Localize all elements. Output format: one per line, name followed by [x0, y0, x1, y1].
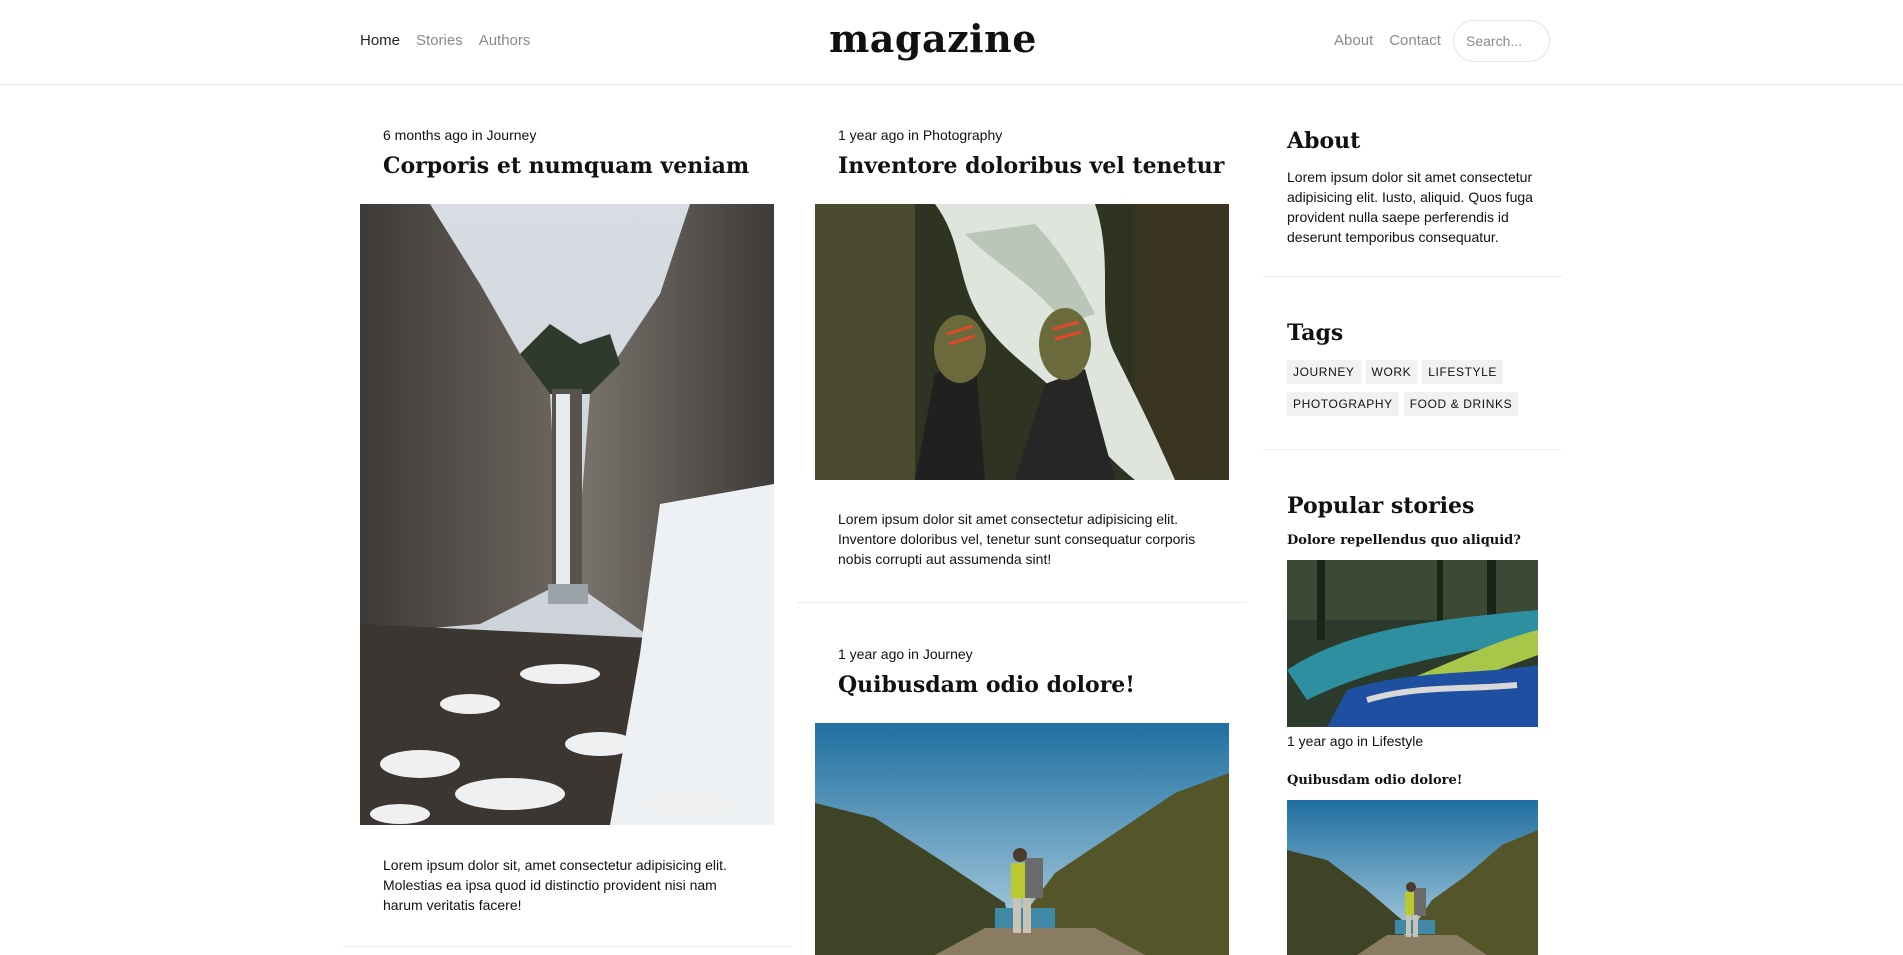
- post-title[interactable]: Corporis et numquam veniam: [383, 153, 749, 179]
- tags-heading: Tags: [1287, 320, 1344, 346]
- nav-contact[interactable]: Contact: [1389, 32, 1441, 49]
- site-header: Home Stories Authors magazine About Cont…: [0, 0, 1903, 85]
- feet-over-waterfall-image[interactable]: [815, 204, 1229, 480]
- post-meta: 1 year ago in Photography: [838, 127, 1003, 143]
- hiker-valley-image[interactable]: [815, 723, 1229, 955]
- tag-lifestyle[interactable]: LIFESTYLE: [1422, 360, 1504, 384]
- site-logo[interactable]: magazine: [0, 16, 1866, 61]
- post-title[interactable]: Quibusdam odio dolore!: [838, 672, 1135, 698]
- about-heading: About: [1287, 128, 1361, 154]
- post-meta: 1 year ago in Journey: [838, 646, 973, 662]
- tag-photography[interactable]: PHOTOGRAPHY: [1287, 392, 1399, 416]
- hammock-image[interactable]: [1287, 560, 1538, 727]
- popular-heading: Popular stories: [1287, 493, 1475, 519]
- nav-about[interactable]: About: [1334, 32, 1373, 49]
- search-input[interactable]: [1453, 20, 1550, 62]
- tag-list: JOURNEY WORK LIFESTYLE PHOTOGRAPHY FOOD & DR…: [1287, 360, 1547, 424]
- waterfall-image[interactable]: [360, 204, 774, 825]
- popular-story-title[interactable]: Quibusdam odio dolore!: [1287, 773, 1462, 788]
- popular-story-meta: 1 year ago in Lifestyle: [1287, 733, 1424, 749]
- tag-work[interactable]: WORK: [1365, 360, 1418, 384]
- divider: [342, 946, 792, 947]
- divider: [797, 602, 1247, 603]
- divider: [1263, 449, 1562, 450]
- about-text: Lorem ipsum dolor sit amet consectetur a…: [1287, 169, 1533, 245]
- secondary-nav: About Contact: [1334, 32, 1441, 49]
- tag-journey[interactable]: JOURNEY: [1287, 360, 1361, 384]
- post-excerpt: Lorem ipsum dolor sit, amet consectetur …: [383, 857, 727, 913]
- popular-story-title[interactable]: Dolore repellendus quo aliquid?: [1287, 533, 1521, 548]
- post-title[interactable]: Inventore doloribus vel tenetur: [838, 153, 1224, 179]
- post-meta: 6 months ago in Journey: [383, 127, 537, 143]
- tag-food-drinks[interactable]: FOOD & DRINKS: [1403, 392, 1519, 416]
- hiker-valley-thumbnail[interactable]: [1287, 800, 1538, 955]
- post-excerpt: Lorem ipsum dolor sit amet consectetur a…: [838, 511, 1196, 567]
- divider: [1263, 276, 1562, 277]
